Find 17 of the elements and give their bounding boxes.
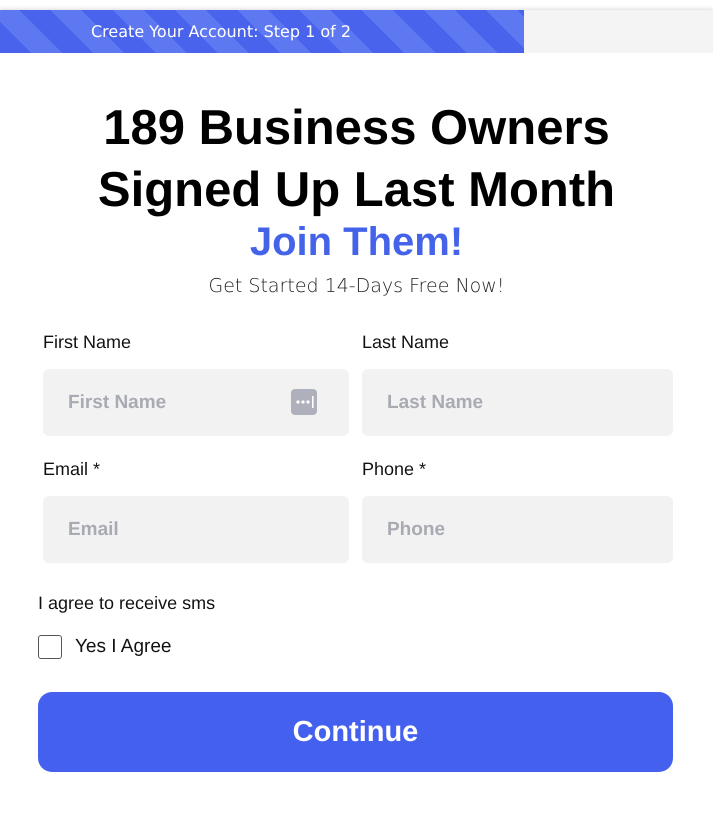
- subtitle: Get Started 14-Days Free Now!: [208, 275, 506, 297]
- consent-question: I agree to receive sms: [38, 593, 216, 614]
- checkbox-label: Yes I Agree: [75, 636, 172, 658]
- input-field[interactable]: Last Name: [362, 369, 673, 436]
- field-label: Last Name: [362, 331, 450, 353]
- input-field[interactable]: Email: [43, 496, 349, 563]
- progress-label: Create Your Account: Step 1 of 2: [91, 22, 352, 41]
- input-field[interactable]: First Name: [43, 369, 349, 436]
- field-label: First Name: [43, 331, 132, 353]
- continue-button[interactable]: Continue: [38, 692, 673, 772]
- headline: 189 Business Owners: [103, 100, 610, 157]
- headline: Signed Up Last Month: [98, 162, 616, 219]
- field-label: Phone *: [362, 458, 428, 480]
- field-label: Email *: [43, 458, 102, 480]
- checkbox[interactable]: [38, 635, 62, 659]
- input-field[interactable]: Phone: [362, 496, 673, 563]
- highlight-text: Join Them!: [248, 219, 464, 266]
